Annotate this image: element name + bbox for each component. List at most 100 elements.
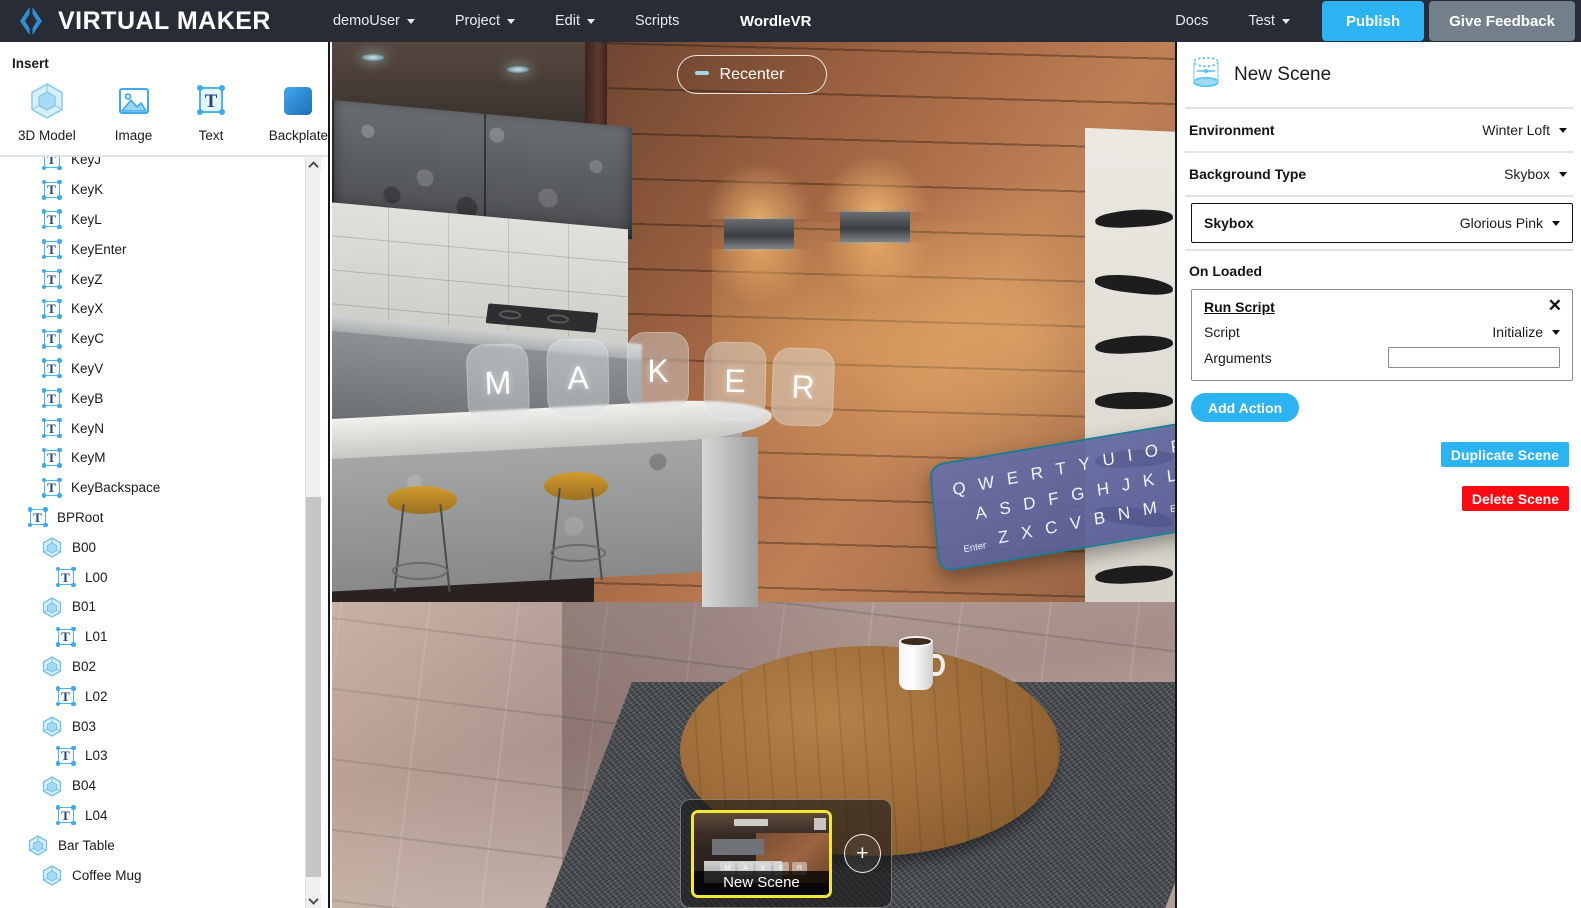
key-f[interactable]: F bbox=[1047, 488, 1060, 510]
arguments-input[interactable] bbox=[1388, 347, 1560, 368]
key-e[interactable]: E bbox=[1006, 468, 1020, 490]
menu-edit[interactable]: Edit bbox=[535, 0, 615, 42]
tree-item-l02[interactable]: T L02 bbox=[0, 681, 308, 711]
tree-item-label: B00 bbox=[72, 539, 97, 555]
key-r[interactable]: R bbox=[1030, 463, 1045, 485]
tree-item-keyv[interactable]: T KeyV bbox=[0, 354, 308, 384]
background-type-dropdown[interactable]: Skybox bbox=[1504, 166, 1567, 182]
scene-thumbnail-new-scene[interactable]: MAKER New Scene bbox=[691, 809, 832, 898]
tree-item-keyn[interactable]: T KeyN bbox=[0, 413, 308, 443]
menu-test[interactable]: Test bbox=[1228, 0, 1310, 42]
tree-item-b02[interactable]: B02 bbox=[0, 652, 308, 682]
tree-item-coffee-mug[interactable]: Coffee Mug bbox=[0, 860, 308, 890]
key-h[interactable]: H bbox=[1096, 479, 1111, 501]
letter-block-r[interactable]: R bbox=[770, 346, 836, 428]
letter-block-e[interactable]: E bbox=[703, 341, 767, 421]
tree-item-keybackspace[interactable]: T KeyBackspace bbox=[0, 473, 308, 503]
coffee-mug[interactable] bbox=[899, 640, 933, 690]
menu-docs[interactable]: Docs bbox=[1155, 0, 1228, 42]
key-y[interactable]: Y bbox=[1078, 454, 1092, 476]
3d-viewport[interactable]: MAKER QWERTYUIOP ASDFGHJKL Enter Z X C V B N M E… bbox=[332, 42, 1175, 908]
letter-block-m[interactable]: M bbox=[465, 342, 531, 424]
tree-item-label: B02 bbox=[72, 658, 97, 674]
letter-block-k[interactable]: K bbox=[627, 332, 689, 410]
add-action-button[interactable]: Add Action bbox=[1191, 393, 1300, 422]
key-enter[interactable]: Enter bbox=[963, 540, 987, 555]
tree-item-keyz[interactable]: T KeyZ bbox=[0, 264, 308, 294]
tree-item-keyl[interactable]: T KeyL bbox=[0, 205, 308, 235]
key-i[interactable]: I bbox=[1126, 446, 1133, 467]
art-stroke bbox=[1094, 563, 1174, 586]
close-icon[interactable]: ✕ bbox=[1548, 297, 1562, 314]
recenter-button[interactable]: Recenter bbox=[677, 55, 827, 94]
key-g[interactable]: G bbox=[1070, 483, 1085, 505]
tree-scrollbar[interactable] bbox=[305, 157, 321, 908]
give-feedback-button[interactable]: Give Feedback bbox=[1429, 1, 1575, 41]
tree-item-bar-table[interactable]: Bar Table bbox=[0, 830, 308, 860]
key-n[interactable]: N bbox=[1117, 503, 1132, 525]
tree-item-l01[interactable]: T L01 bbox=[0, 622, 308, 652]
insert-text-button[interactable]: T Text bbox=[191, 81, 230, 143]
environment-dropdown[interactable]: Winter Loft bbox=[1482, 122, 1567, 138]
key-u[interactable]: U bbox=[1102, 449, 1117, 471]
scroll-up-button[interactable] bbox=[306, 157, 321, 172]
tree-item-l00[interactable]: T L00 bbox=[0, 562, 308, 592]
action-card-run-script: Run Script ✕ Script Initialize Arguments bbox=[1191, 289, 1573, 381]
tree-item-keyj[interactable]: T KeyJ bbox=[0, 157, 308, 175]
key-o[interactable]: O bbox=[1144, 440, 1159, 462]
key-s[interactable]: S bbox=[998, 498, 1012, 520]
letter-block-a[interactable]: A bbox=[546, 338, 610, 418]
tree-item-label: B04 bbox=[72, 778, 97, 794]
tree-item-keyc[interactable]: T KeyC bbox=[0, 324, 308, 354]
scroll-down-button[interactable] bbox=[306, 893, 321, 908]
add-scene-button[interactable]: + bbox=[843, 834, 881, 873]
key-j[interactable]: J bbox=[1121, 475, 1132, 496]
menu-scripts[interactable]: Scripts bbox=[615, 0, 699, 42]
key-c[interactable]: C bbox=[1044, 517, 1059, 539]
tree-item-l03[interactable]: T L03 bbox=[0, 741, 308, 771]
key-d[interactable]: D bbox=[1022, 493, 1037, 515]
script-label: Script bbox=[1204, 324, 1240, 340]
tree-item-keyenter[interactable]: T KeyEnter bbox=[0, 234, 308, 264]
tree-item-b04[interactable]: B04 bbox=[0, 771, 308, 801]
tree-item-keyx[interactable]: T KeyX bbox=[0, 294, 308, 324]
tree-item-label: L03 bbox=[85, 748, 108, 764]
insert-3d-model-button[interactable]: 3D Model bbox=[18, 81, 76, 143]
skybox-label: Skybox bbox=[1204, 215, 1254, 231]
tree-item-b01[interactable]: B01 bbox=[0, 592, 308, 622]
tree-item-bproot[interactable]: T BPRoot bbox=[0, 503, 308, 533]
skybox-dropdown[interactable]: Glorious Pink bbox=[1460, 215, 1560, 231]
key-t[interactable]: T bbox=[1055, 458, 1068, 480]
key-a[interactable]: A bbox=[974, 502, 988, 524]
key-x[interactable]: X bbox=[1020, 522, 1034, 544]
scrollbar-thumb[interactable] bbox=[306, 497, 321, 877]
tree-item-keyb[interactable]: T KeyB bbox=[0, 383, 308, 413]
key-k[interactable]: K bbox=[1142, 470, 1156, 492]
art-stroke bbox=[1094, 271, 1174, 298]
tree-item-keym[interactable]: T KeyM bbox=[0, 443, 308, 473]
menu-project[interactable]: Project bbox=[435, 0, 535, 42]
script-dropdown[interactable]: Initialize bbox=[1492, 324, 1560, 340]
duplicate-scene-button[interactable]: Duplicate Scene bbox=[1440, 442, 1569, 467]
tree-item-keyk[interactable]: T KeyK bbox=[0, 175, 308, 205]
insert-image-button[interactable]: Image bbox=[114, 81, 153, 143]
run-script-title[interactable]: Run Script bbox=[1204, 299, 1275, 315]
properties-header: New Scene bbox=[1177, 42, 1581, 107]
key-b[interactable]: B bbox=[1093, 508, 1107, 530]
publish-button[interactable]: Publish bbox=[1321, 1, 1425, 41]
insert-backplate-button[interactable]: Backplate bbox=[269, 81, 328, 143]
tree-item-l04[interactable]: T L04 bbox=[0, 801, 308, 831]
tree-item-label: Bar Table bbox=[58, 837, 115, 853]
delete-scene-button[interactable]: Delete Scene bbox=[1461, 486, 1569, 511]
key-q[interactable]: Q bbox=[951, 478, 966, 500]
key-w[interactable]: W bbox=[977, 472, 995, 495]
key-l[interactable]: L bbox=[1166, 466, 1175, 488]
menu-demouser[interactable]: demoUser bbox=[313, 0, 435, 42]
tree-item-b00[interactable]: B00 bbox=[0, 532, 308, 562]
tree-item-b03[interactable]: B03 bbox=[0, 711, 308, 741]
brand-logo[interactable]: VIRTUAL MAKER bbox=[0, 4, 271, 38]
key-m[interactable]: M bbox=[1142, 498, 1158, 521]
key-v[interactable]: V bbox=[1069, 512, 1083, 534]
art-stroke bbox=[1094, 333, 1174, 356]
key-z[interactable]: Z bbox=[997, 527, 1010, 549]
